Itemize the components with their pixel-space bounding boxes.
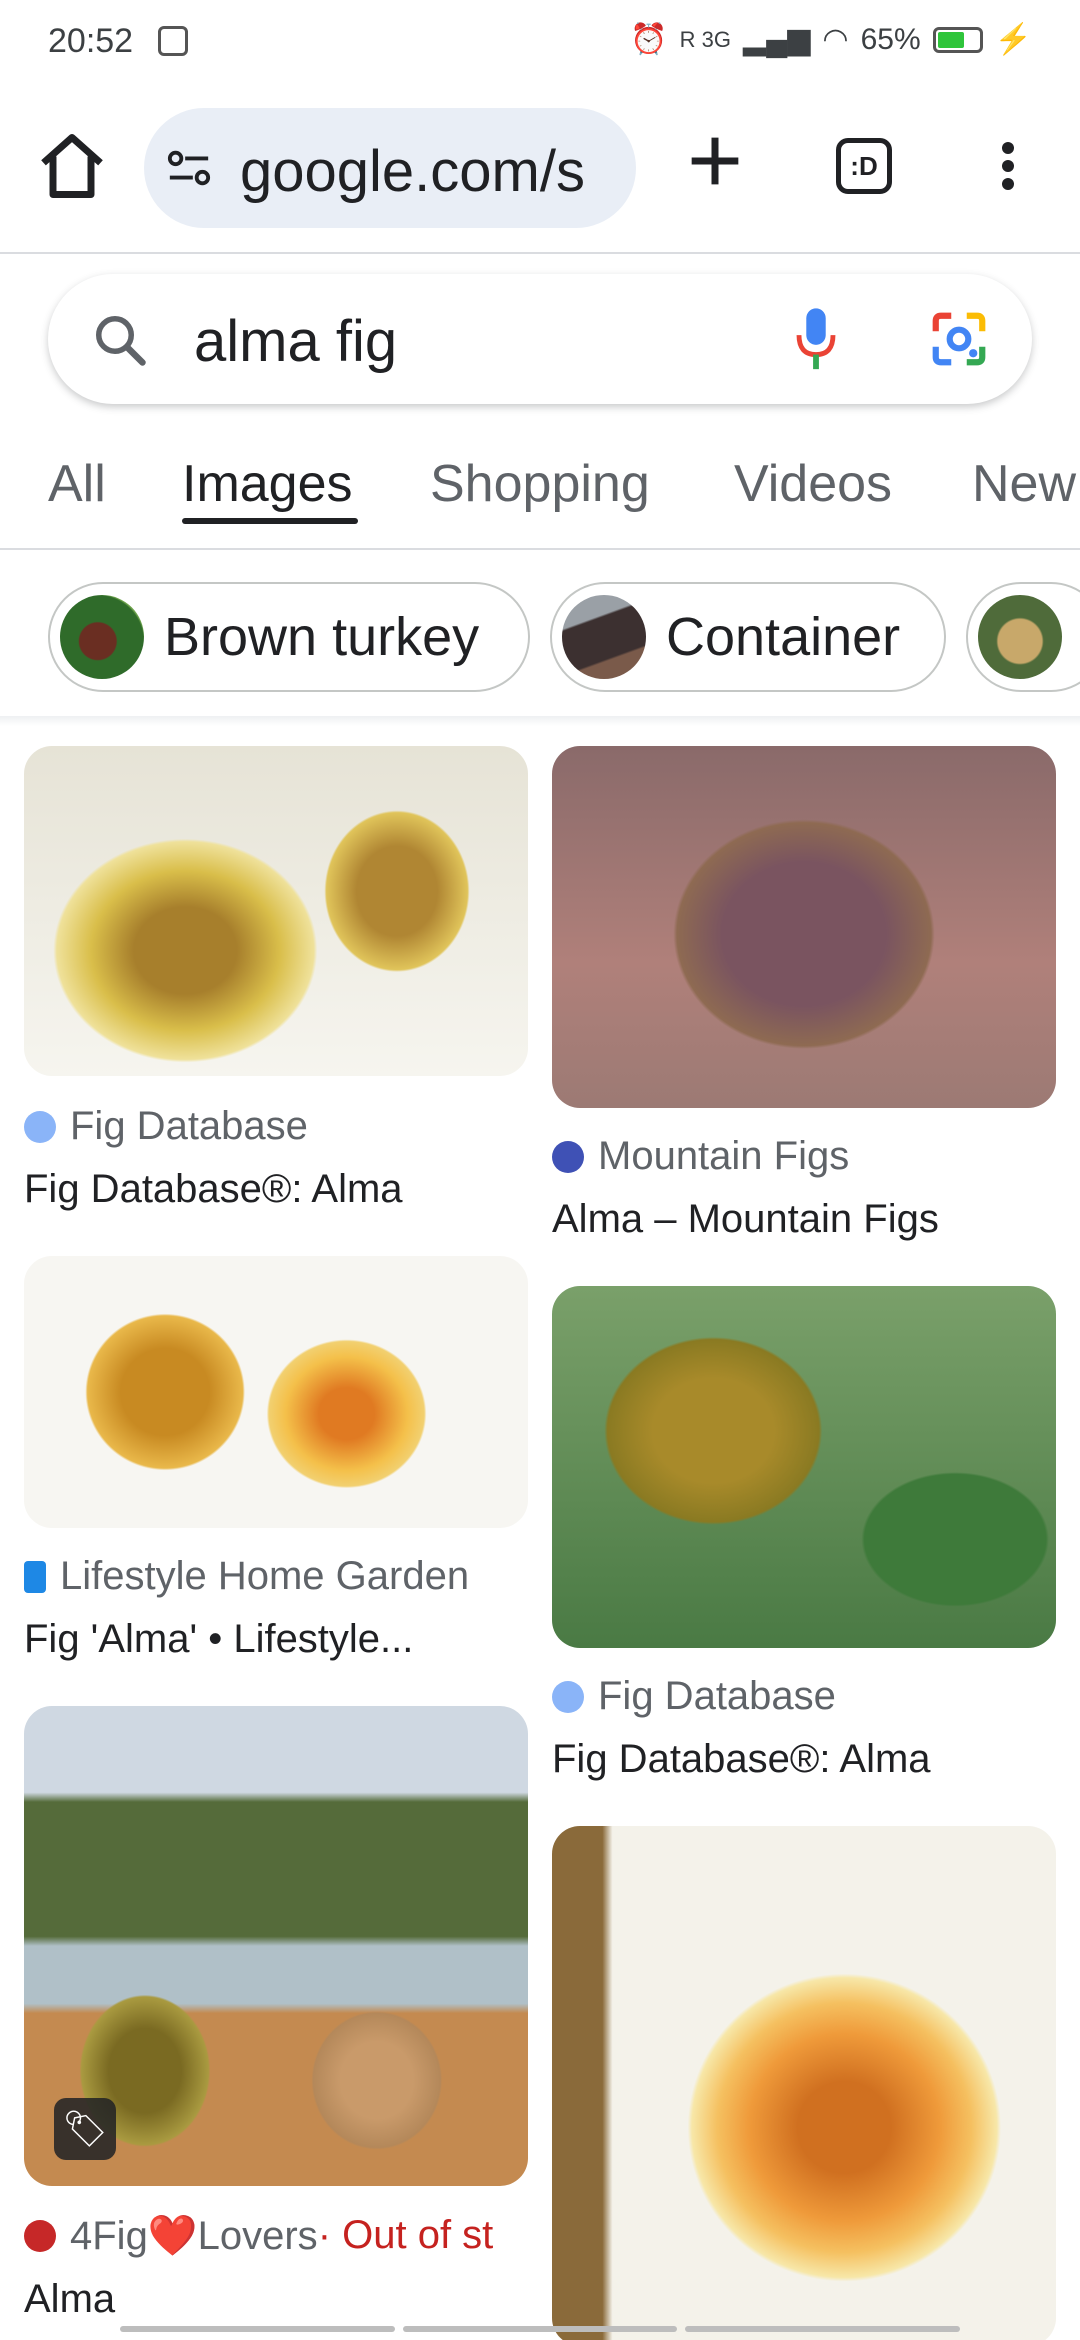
lifestyle-favicon-icon — [24, 1560, 46, 1593]
browser-toolbar: google.com/s :D — [0, 100, 1080, 240]
voice-search-icon[interactable] — [788, 306, 844, 374]
chip-more[interactable] — [966, 582, 1080, 692]
source-name: Mountain Figs — [598, 1134, 850, 1178]
result-title[interactable]: Alma — [24, 2277, 528, 2322]
fig-on-branch-image[interactable] — [552, 1286, 1056, 1648]
search-query[interactable]: alma fig — [194, 308, 397, 375]
tabs-divider — [0, 548, 1080, 550]
source-name: Fig Database — [70, 1104, 308, 1148]
tab-videos[interactable]: Videos — [734, 454, 892, 514]
tab-shopping[interactable]: Shopping — [430, 454, 650, 514]
result-title[interactable]: Fig 'Alma' • Lifestyle... — [24, 1617, 528, 1662]
app-notification-icon — [158, 26, 188, 56]
battery-icon — [932, 26, 983, 53]
charging-icon: ⚡ — [994, 23, 1032, 56]
tab-news[interactable]: New — [972, 454, 1076, 514]
chip-container[interactable]: Container — [550, 582, 946, 692]
fig-yellow-image[interactable] — [24, 1256, 528, 1528]
site-settings-icon[interactable] — [166, 148, 212, 188]
active-tab-indicator — [182, 518, 358, 524]
chips-divider — [0, 716, 1080, 726]
tab-images[interactable]: Images — [182, 454, 353, 514]
image-result[interactable]: 🏷 4Fig❤️Lovers · Out of st Alma — [24, 1706, 528, 2322]
battery-level — [937, 31, 964, 48]
toolbar-divider — [0, 252, 1080, 254]
image-result[interactable]: Lifestyle Home Garden Fig 'Alma' • Lifes… — [24, 1256, 528, 1662]
result-source[interactable]: Mountain Figs — [552, 1134, 1056, 1179]
result-source[interactable]: Fig Database — [24, 1104, 528, 1149]
globe-icon — [552, 1680, 584, 1713]
search-icon — [96, 316, 146, 366]
cherries-favicon-icon — [24, 2219, 56, 2252]
tab-switcher-button[interactable]: :D — [836, 138, 892, 194]
google-lens-icon[interactable] — [928, 308, 990, 370]
status-bar: 20:52 ⏰ R 3G ▂▄▆ ◠ 65% ⚡ — [0, 0, 1080, 84]
fig-cut-image[interactable] — [552, 1826, 1056, 2340]
chip-brown-turkey[interactable]: Brown turkey — [48, 582, 530, 692]
result-source[interactable]: Lifestyle Home Garden — [24, 1554, 528, 1599]
source-name: 4Fig❤️Lovers — [70, 2214, 318, 2258]
result-source[interactable]: 4Fig❤️Lovers · Out of st — [24, 2212, 528, 2259]
chip-thumbnail — [978, 595, 1062, 679]
network-indicator: R 3G — [679, 26, 731, 52]
wifi-icon: ◠ — [822, 23, 849, 56]
refinement-chips: Brown turkey Container — [0, 582, 1080, 692]
stock-status: · Out of st — [317, 2213, 494, 2257]
chip-thumbnail — [562, 595, 646, 679]
fig-halves-image[interactable] — [24, 746, 528, 1076]
price-tag-icon: 🏷 — [54, 2098, 116, 2160]
chip-label: Brown turkey — [164, 607, 480, 667]
result-title[interactable]: Fig Database®: Alma — [552, 1737, 1056, 1782]
search-filter-tabs: All Images Shopping Videos New — [0, 454, 1080, 550]
chip-thumbnail — [60, 595, 144, 679]
wordpress-icon — [552, 1140, 584, 1173]
fig-purple-image[interactable] — [552, 746, 1056, 1108]
image-result[interactable] — [552, 1826, 1056, 2340]
url-text: google.com/s — [240, 139, 585, 204]
chip-label: Container — [666, 607, 901, 667]
scroll-indicator — [120, 2326, 961, 2332]
globe-icon — [24, 1110, 56, 1143]
search-box[interactable]: alma fig — [48, 274, 1032, 404]
source-name: Fig Database — [598, 1674, 836, 1718]
image-result[interactable]: Mountain Figs Alma – Mountain Figs — [552, 746, 1056, 1242]
source-name: Lifestyle Home Garden — [60, 1554, 470, 1598]
result-source[interactable]: Fig Database — [552, 1674, 1056, 1719]
result-title[interactable]: Alma – Mountain Figs — [552, 1197, 1056, 1242]
more-options-icon[interactable] — [988, 138, 1028, 198]
new-tab-icon[interactable] — [680, 126, 750, 196]
image-result[interactable]: Fig Database Fig Database®: Alma — [552, 1286, 1056, 1782]
alarm-icon: ⏰ — [630, 23, 668, 56]
status-right: ⏰ R 3G ▂▄▆ ◠ 65% ⚡ — [630, 22, 1032, 57]
battery-percent: 65% — [860, 22, 921, 56]
result-title[interactable]: Fig Database®: Alma — [24, 1167, 528, 1212]
home-icon[interactable] — [34, 128, 110, 204]
url-bar[interactable]: google.com/s — [144, 108, 636, 228]
signal-icon: ▂▄▆ — [743, 23, 811, 56]
tab-all[interactable]: All — [48, 454, 106, 514]
fig-sculpture-image[interactable]: 🏷 — [24, 1706, 528, 2186]
image-result[interactable]: Fig Database Fig Database®: Alma — [24, 746, 528, 1212]
status-time: 20:52 — [48, 22, 134, 60]
